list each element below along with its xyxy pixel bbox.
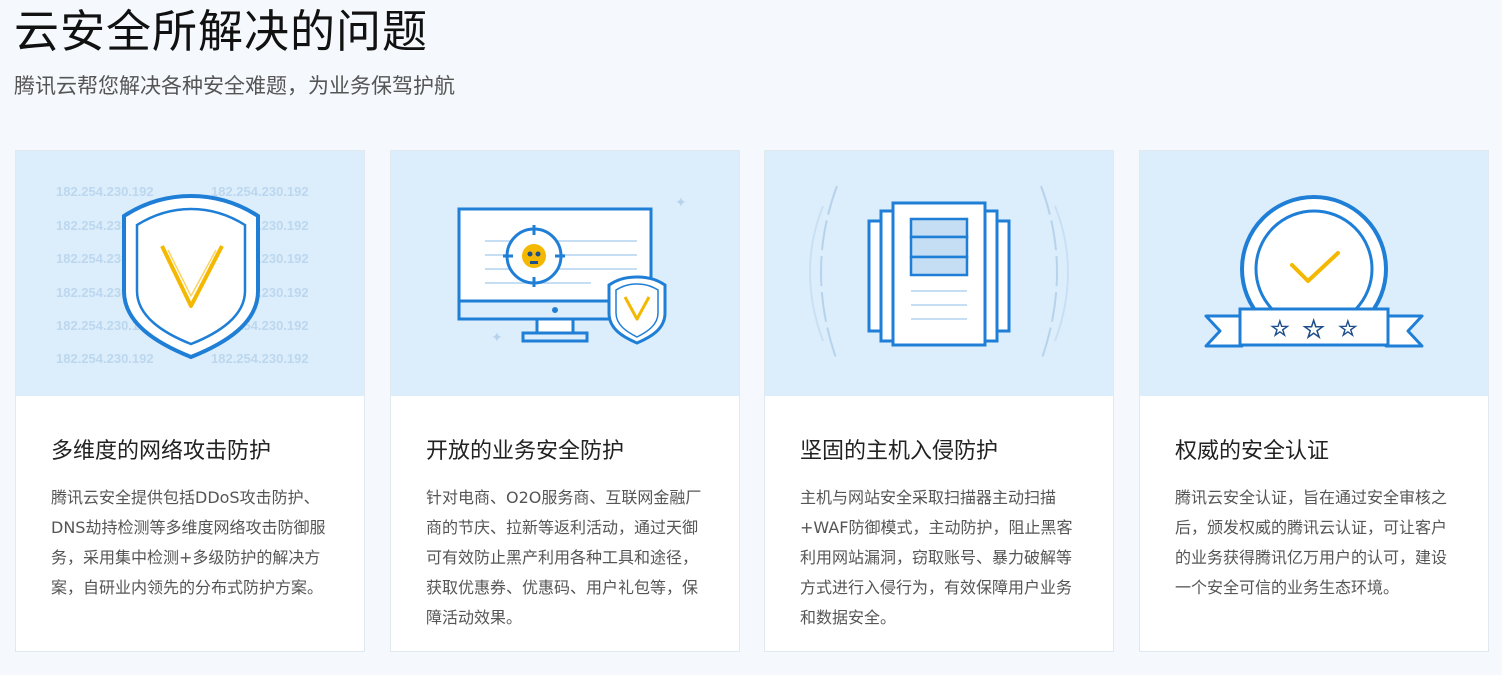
ip-text: 182.254.230.192 [56, 184, 154, 199]
feature-card-network-protection[interactable]: 182.254.230.192 182.254.230.192 182.254.… [15, 150, 365, 652]
svg-text:☆: ☆ [1270, 317, 1290, 342]
card-illustration: ✦ ✦ [391, 151, 739, 396]
svg-text:☆: ☆ [1302, 315, 1325, 345]
page-title: 云安全所解决的问题 [14, 5, 429, 58]
card-illustration [765, 151, 1113, 396]
server-icon [809, 185, 1069, 362]
card-description: 主机与网站安全采取扫描器主动扫描+WAF防御模式，主动防护，阻止黑客利用网站漏洞… [800, 488, 1073, 627]
card-description: 腾讯云安全提供包括DDoS攻击防护、DNS劫持检测等多维度网络攻击防御服务，采用… [51, 488, 326, 597]
card-title: 开放的业务安全防护 [426, 439, 625, 464]
svg-text:✦: ✦ [491, 330, 503, 346]
card-illustration: ☆ ☆ ☆ [1140, 151, 1488, 396]
page-subtitle: 腾讯云帮您解决各种安全难题，为业务保驾护航 [14, 74, 455, 98]
ip-text: 182.254.230.192 [56, 351, 154, 366]
monitor-target-icon: ✦ ✦ [457, 195, 687, 346]
svg-text:✦: ✦ [675, 195, 687, 211]
feature-card-business-protection[interactable]: ✦ ✦ 开放的业务安全防护 针对电商、O2O服务商、互联网金融厂商的节庆、拉新等… [390, 150, 740, 652]
ip-text: 182.254.230.192 [211, 351, 309, 366]
card-title: 多维度的网络攻击防护 [51, 439, 272, 464]
shield-icon: 182.254.230.192 182.254.230.192 182.254.… [56, 184, 309, 366]
certificate-badge-icon: ☆ ☆ ☆ [1204, 195, 1424, 348]
feature-card-security-certification[interactable]: ☆ ☆ ☆ 权威的安全认证 腾讯云安全认证，旨在通过安全审核之后，颁发权威的腾讯… [1139, 150, 1489, 652]
svg-text:☆: ☆ [1338, 317, 1358, 342]
card-description: 腾讯云安全认证，旨在通过安全审核之后，颁发权威的腾讯云认证，可让客户的业务获得腾… [1175, 488, 1448, 597]
ip-text: 182.254.230.192 [211, 184, 309, 199]
card-title: 坚固的主机入侵防护 [800, 439, 999, 464]
card-title: 权威的安全认证 [1175, 439, 1330, 464]
card-description: 针对电商、O2O服务商、互联网金融厂商的节庆、拉新等返利活动，通过天御可有效防止… [426, 488, 702, 627]
feature-cards: 182.254.230.192 182.254.230.192 182.254.… [15, 150, 1489, 652]
feature-card-host-protection[interactable]: 坚固的主机入侵防护 主机与网站安全采取扫描器主动扫描+WAF防御模式，主动防护，… [764, 150, 1114, 652]
card-illustration: 182.254.230.192 182.254.230.192 182.254.… [16, 151, 364, 396]
